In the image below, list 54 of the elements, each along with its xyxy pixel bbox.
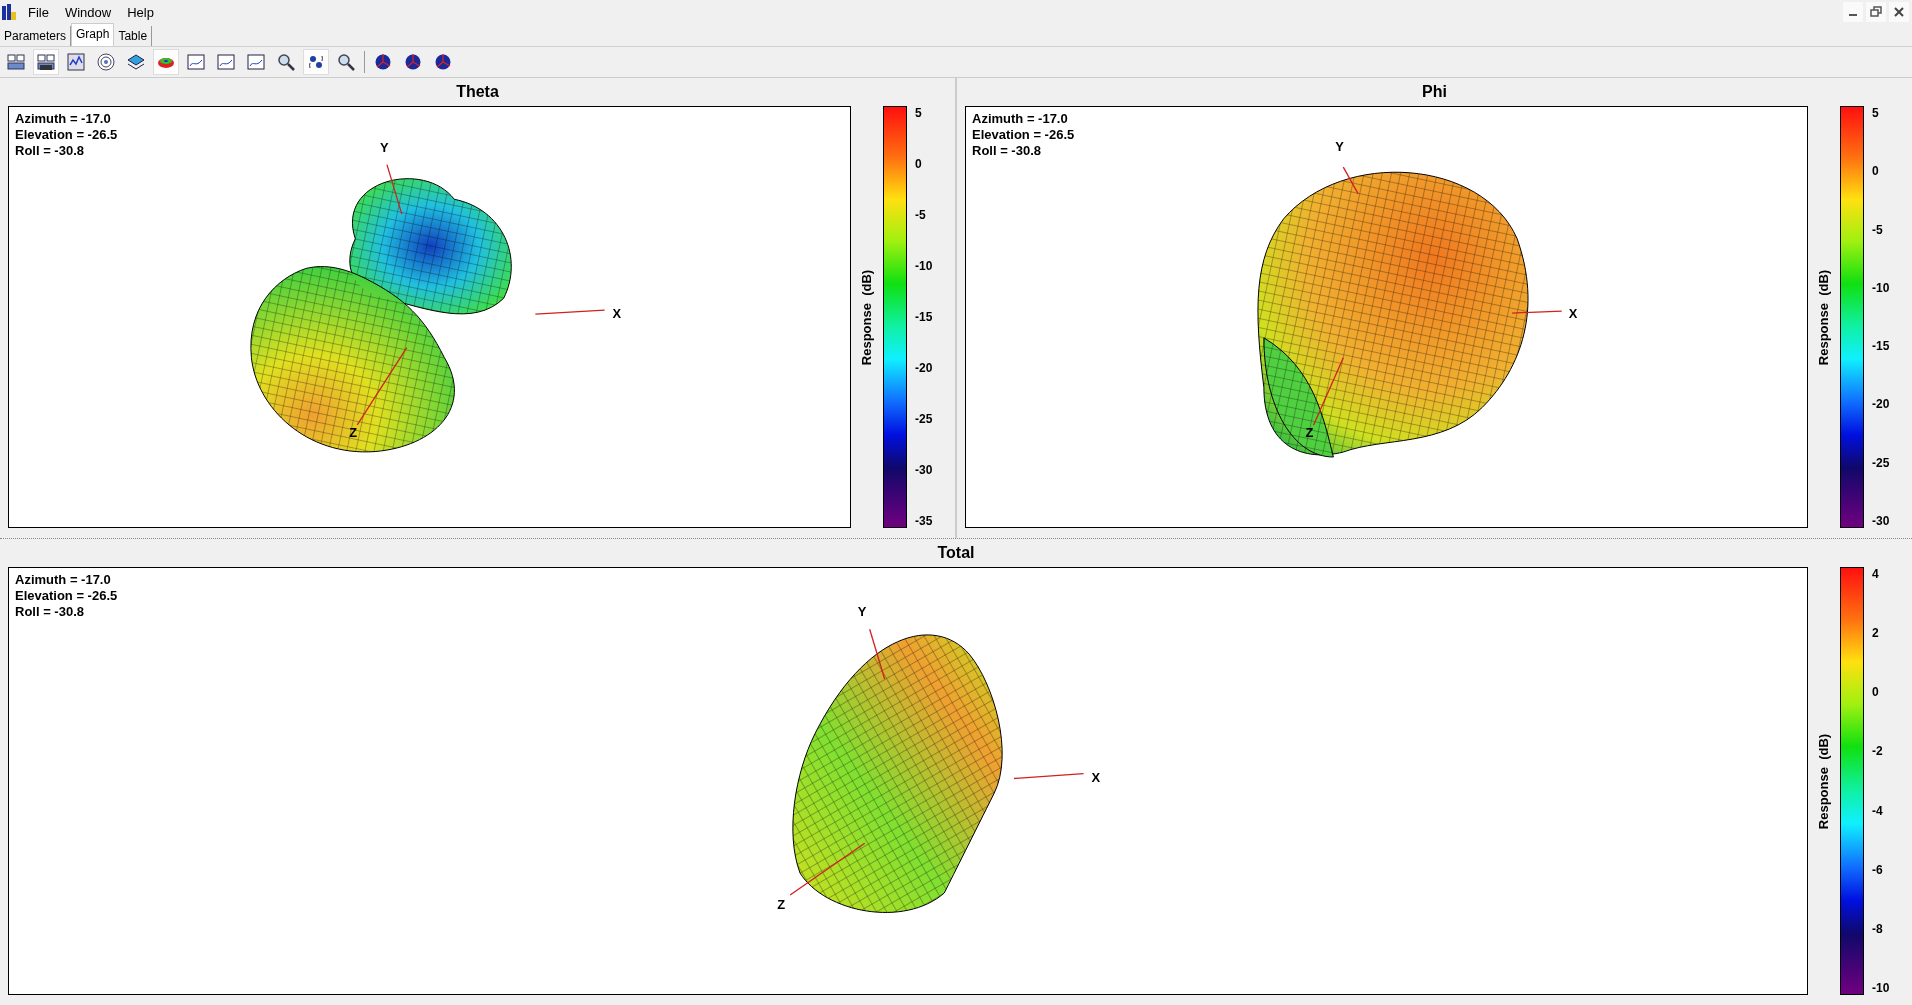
colorbar-tick: -35 xyxy=(915,514,933,528)
colorbar-tick: -4 xyxy=(1872,803,1884,818)
menu-item[interactable]: File xyxy=(20,4,57,20)
colorbar-tick: 0 xyxy=(1872,164,1880,179)
colorbar-tick: -2 xyxy=(1872,744,1884,759)
axis-label: X xyxy=(1568,306,1578,321)
colorbar-tick: -5 xyxy=(1872,222,1884,237)
colorbar-tick: 0 xyxy=(1872,685,1880,700)
colorbar-tick: 5 xyxy=(915,106,923,120)
colorbar-tick: -25 xyxy=(1872,455,1890,470)
colorbar-title: Response (dB) xyxy=(859,269,875,365)
plot-title: Phi xyxy=(1421,82,1448,102)
colorbar-tick: 0 xyxy=(915,157,923,171)
axis-label: Y xyxy=(1335,139,1344,155)
plot-title: Total xyxy=(936,543,976,563)
view-angle-text: Roll = -30.8 xyxy=(15,143,85,159)
menu-item[interactable]: Window xyxy=(56,4,120,20)
colorbar-tick: 5 xyxy=(1872,106,1880,120)
colorbar-tick: -10 xyxy=(915,259,933,273)
view-angle-text: Elevation = -26.5 xyxy=(15,127,118,143)
view-angle-text: Roll = -30.8 xyxy=(972,143,1042,159)
colorbar-tick: -25 xyxy=(915,412,933,426)
colorbar-tick: -8 xyxy=(1872,921,1884,936)
view-angle-text: Elevation = -26.5 xyxy=(972,127,1075,143)
colorbar-tick: -15 xyxy=(915,310,933,324)
menu-item[interactable]: Help xyxy=(119,4,162,20)
axis-label: X xyxy=(612,306,622,321)
tab[interactable]: Table xyxy=(114,26,153,46)
view-angle-text: Azimuth = -17.0 xyxy=(15,111,112,127)
axis-label: Z xyxy=(1305,425,1314,441)
axis-label: Z xyxy=(349,424,358,440)
colorbar-title: Response (dB) xyxy=(1816,733,1832,829)
colorbar-tick: -10 xyxy=(1872,981,1890,995)
view-angle-text: Azimuth = -17.0 xyxy=(972,111,1069,127)
colorbar-tick: -30 xyxy=(1872,513,1890,528)
axis-label: Y xyxy=(380,139,389,155)
colorbar-title: Response (dB) xyxy=(1816,269,1832,365)
axis-label: X xyxy=(1091,770,1101,786)
axis-label: Y xyxy=(857,604,867,620)
view-angle-text: Roll = -30.8 xyxy=(15,604,85,620)
tab[interactable]: Graph xyxy=(71,23,115,46)
colorbar-tick: -6 xyxy=(1872,862,1884,877)
colorbar-tick: -10 xyxy=(1872,280,1890,295)
plot-title: Theta xyxy=(455,82,500,102)
colorbar-tick: -20 xyxy=(915,361,933,375)
colorbar-tick: -15 xyxy=(1872,339,1890,354)
view-angle-text: Azimuth = -17.0 xyxy=(15,572,112,588)
colorbar-tick: 4 xyxy=(1872,567,1880,581)
colorbar-tick: -5 xyxy=(915,208,927,222)
axis-label: Z xyxy=(777,896,786,912)
colorbar-tick: 2 xyxy=(1872,626,1880,641)
view-angle-text: Elevation = -26.5 xyxy=(15,588,118,604)
colorbar-tick: -30 xyxy=(915,463,933,477)
colorbar-tick: -20 xyxy=(1872,397,1890,412)
